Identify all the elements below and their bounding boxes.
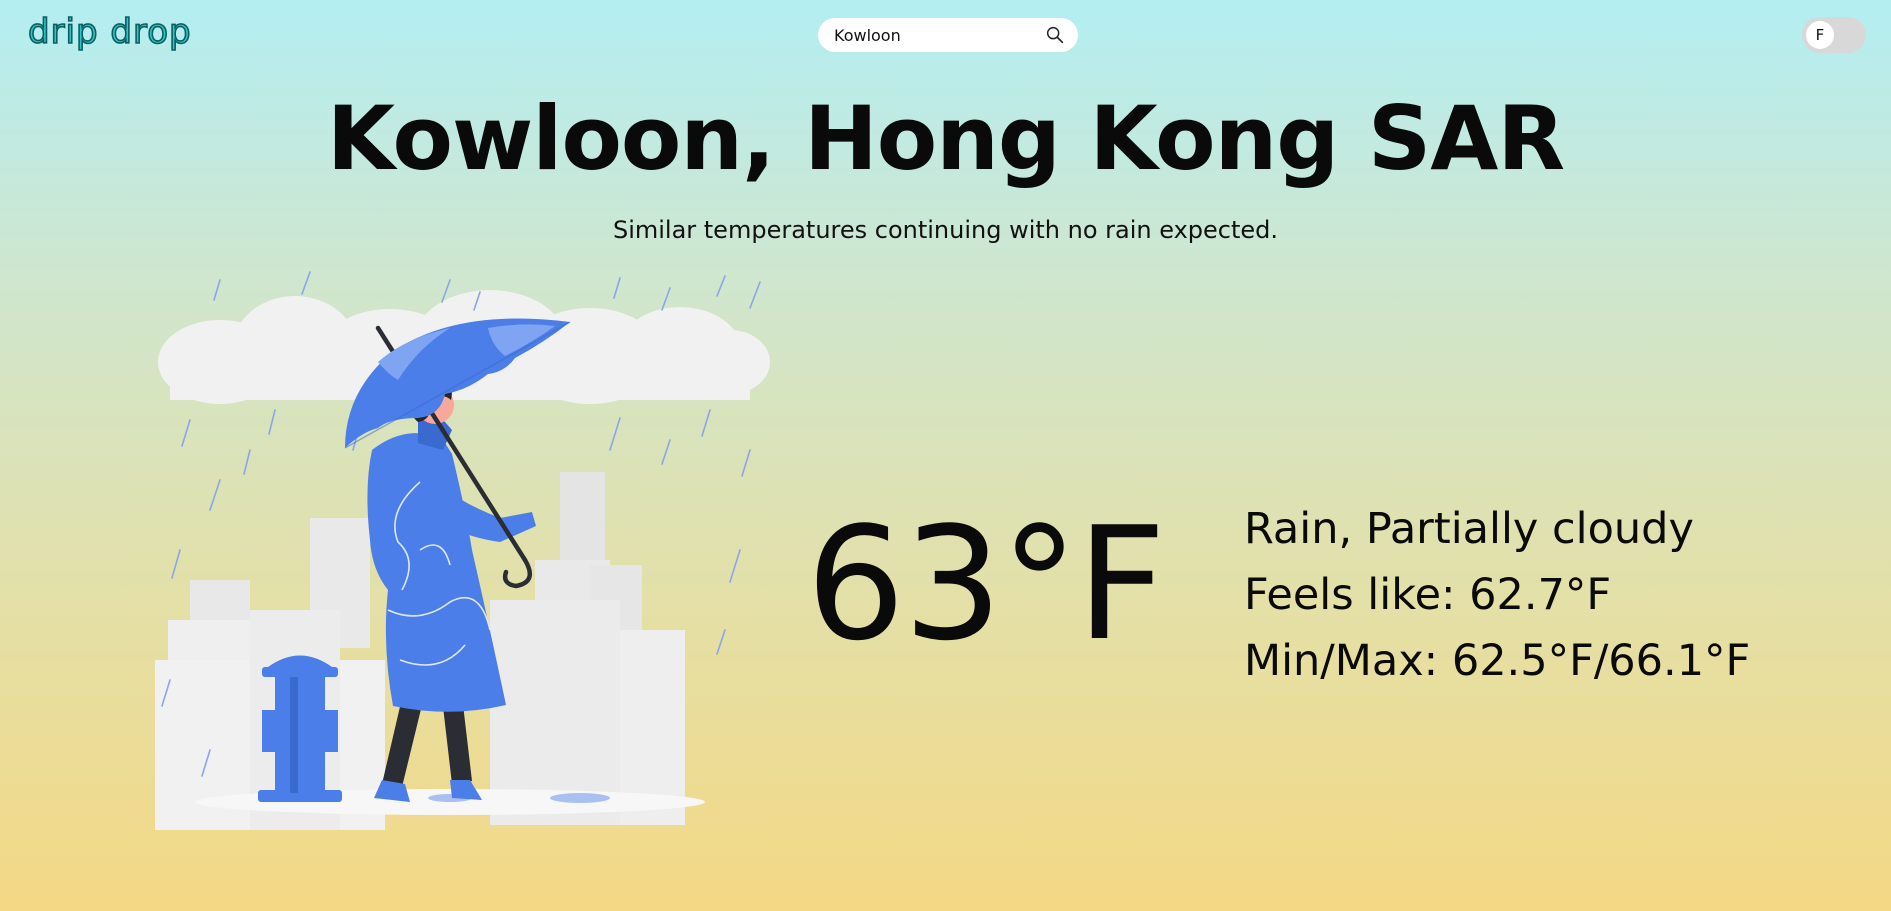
search-icon[interactable] [1044, 24, 1066, 46]
forecast-summary: Similar temperatures continuing with no … [612, 216, 1279, 244]
unit-toggle-knob[interactable]: F [1806, 21, 1834, 49]
current-temperature: 63°F [806, 493, 1166, 675]
search-bar[interactable] [818, 18, 1078, 52]
min-max-temperature: Min/Max: 62.5°F/66.1°F [1244, 636, 1751, 686]
weather-details: Rain, Partially cloudy Feels like: 62.7°… [1244, 496, 1884, 694]
weather-conditions: Rain, Partially cloudy [1244, 504, 1694, 554]
location-title: Kowloon, Hong Kong SAR [326, 87, 1565, 190]
search-input[interactable] [832, 24, 1044, 46]
unit-toggle[interactable]: F [1802, 17, 1866, 53]
rain-illustration [155, 271, 770, 830]
feels-like: Feels like: 62.7°F [1244, 570, 1612, 620]
app-logo[interactable]: drip drop [27, 11, 192, 53]
